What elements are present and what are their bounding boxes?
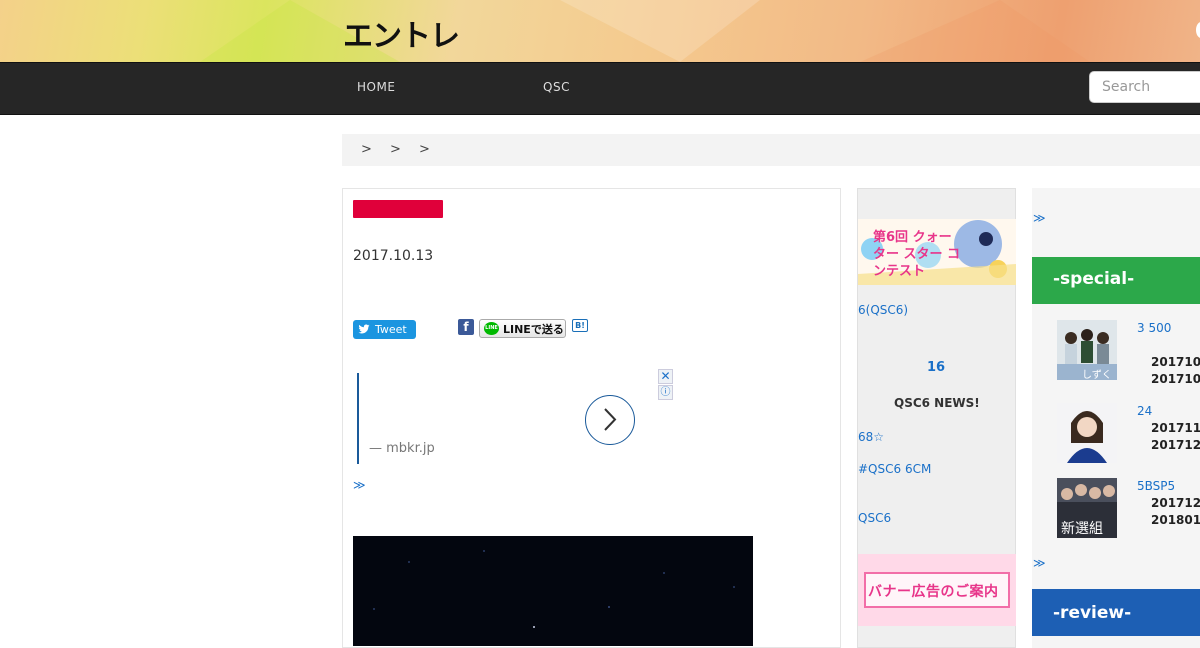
right-more-link-top[interactable]: ≫	[1033, 211, 1046, 225]
special-title: -special-	[1053, 269, 1135, 289]
hatena-bookmark-icon[interactable]: B!	[572, 319, 588, 332]
special-thumb-1-text: しずく	[1082, 370, 1112, 381]
breadcrumb	[342, 134, 1200, 166]
ad-close-icon[interactable]: ✕	[658, 369, 673, 384]
chevron-right-icon	[604, 408, 617, 431]
line-icon: LINE	[484, 322, 499, 335]
special-item-2-date-start: 201711	[1151, 421, 1200, 435]
special-thumb-2[interactable]	[1057, 403, 1117, 463]
nav-item-home[interactable]: HOME	[357, 80, 395, 94]
header-user-icon[interactable]	[1196, 22, 1200, 38]
header-facet	[560, 0, 760, 62]
mid-link-qsc6[interactable]: 6(QSC6)	[858, 303, 908, 317]
breadcrumb-separators: > > >	[361, 142, 437, 157]
mid-news-heading: QSC6 NEWS!	[894, 396, 980, 410]
special-item-3-caption[interactable]: 5BSP5	[1137, 479, 1175, 493]
special-more-link[interactable]: ≫	[1033, 556, 1046, 570]
search-placeholder: Search	[1102, 79, 1151, 95]
site-header	[0, 0, 1200, 62]
header-facet	[860, 0, 1090, 62]
special-item-3-date-start: 201712	[1151, 496, 1200, 510]
ad-info-icon[interactable]: ⓘ	[658, 385, 673, 400]
mid-link-68[interactable]: 68☆	[858, 430, 884, 444]
review-title: -review-	[1053, 603, 1132, 623]
article-date: 2017.10.13	[353, 248, 434, 264]
twitter-bird-icon	[358, 324, 370, 334]
ad-accent-bar	[357, 373, 359, 464]
special-thumb-3-text: 新選組	[1061, 521, 1103, 537]
facebook-share-icon[interactable]: f	[458, 319, 474, 335]
line-share-label: LINEで送る	[503, 323, 564, 336]
main-nav	[0, 62, 1200, 115]
mid-count: 16	[927, 360, 946, 375]
category-badge[interactable]	[353, 200, 443, 218]
special-item-2-date-end: 201712	[1151, 438, 1200, 452]
special-item-1-date-start: 201710	[1151, 355, 1200, 369]
mid-link-qsc6-bottom[interactable]: QSC6	[858, 511, 891, 525]
nav-item-qsc[interactable]: QSC	[543, 80, 570, 94]
ad-next-button[interactable]	[585, 395, 635, 445]
mid-link-qsc6-cm[interactable]: #QSC6 6CM	[858, 462, 931, 476]
article-more-link[interactable]: ≫	[353, 478, 366, 492]
special-item-3-date-end: 201801	[1151, 513, 1200, 527]
site-logo[interactable]: エントレ	[343, 20, 460, 54]
ad-source[interactable]: — mbkr.jp	[369, 441, 435, 456]
special-item-1-caption[interactable]: 3 500	[1137, 321, 1171, 335]
special-item-2-caption[interactable]: 24	[1137, 404, 1152, 418]
contest-banner-text: 第6回 クォーター スター コンテスト	[873, 230, 961, 279]
special-item-1-date-end: 201710	[1151, 372, 1200, 386]
ad-banner-text: バナー広告のご案内	[868, 584, 999, 600]
